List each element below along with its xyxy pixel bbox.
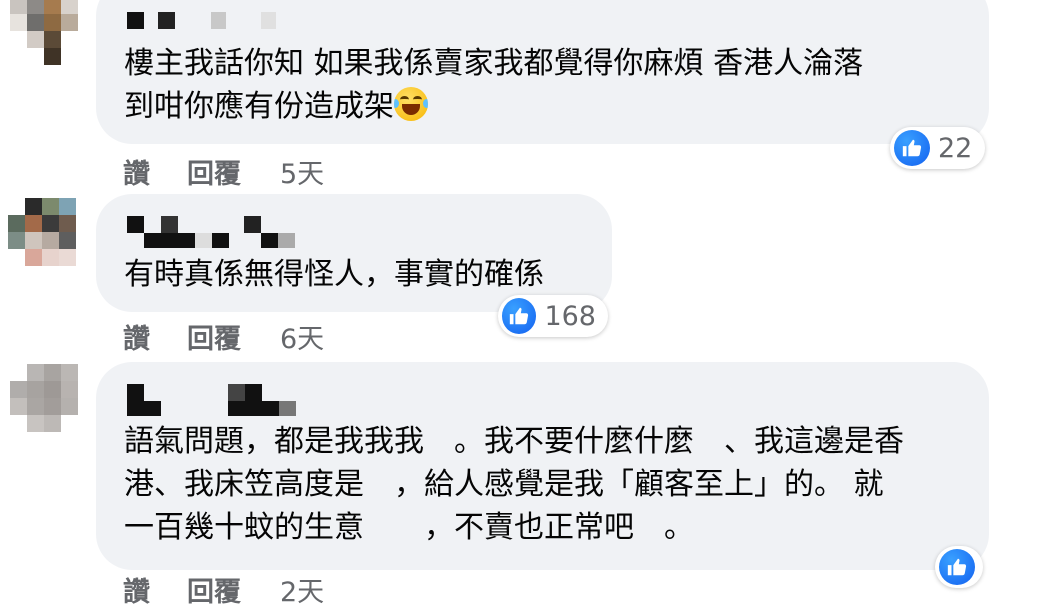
face-with-tears-of-joy-icon <box>394 87 428 121</box>
like-action[interactable]: 讚 <box>123 317 150 356</box>
avatar[interactable] <box>8 198 76 266</box>
like-action[interactable]: 讚 <box>123 570 150 609</box>
like-count: 22 <box>938 132 973 164</box>
reply-action[interactable]: 回覆 <box>187 152 241 191</box>
timestamp[interactable]: 2天 <box>280 570 324 609</box>
like-icon <box>502 298 537 334</box>
reply-action[interactable]: 回覆 <box>187 570 241 609</box>
comment-text: 語氣問題，都是我我我 。我不要什麼什麼 、我這邊是香 港、我床笠高度是 ，給人感… <box>124 424 904 545</box>
timestamp[interactable]: 5天 <box>280 152 324 191</box>
avatar[interactable] <box>10 364 78 432</box>
timestamp[interactable]: 6天 <box>280 317 324 356</box>
avatar[interactable] <box>10 0 78 65</box>
like-count: 168 <box>544 300 596 332</box>
comment-text: 有時真係無得怪人，事實的確係 <box>124 257 544 292</box>
reaction-summary[interactable]: 168 <box>498 295 608 337</box>
comment-text: 樓主我話你知 如果我係賣家我都覺得你麻煩 香港人淪落 到咁你應有份造成架 <box>124 46 864 124</box>
like-action[interactable]: 讚 <box>123 152 150 191</box>
like-icon <box>894 130 930 166</box>
like-icon <box>939 549 975 585</box>
reaction-summary[interactable]: 22 <box>890 127 985 169</box>
reaction-summary[interactable] <box>935 546 983 588</box>
reply-action[interactable]: 回覆 <box>187 317 241 356</box>
